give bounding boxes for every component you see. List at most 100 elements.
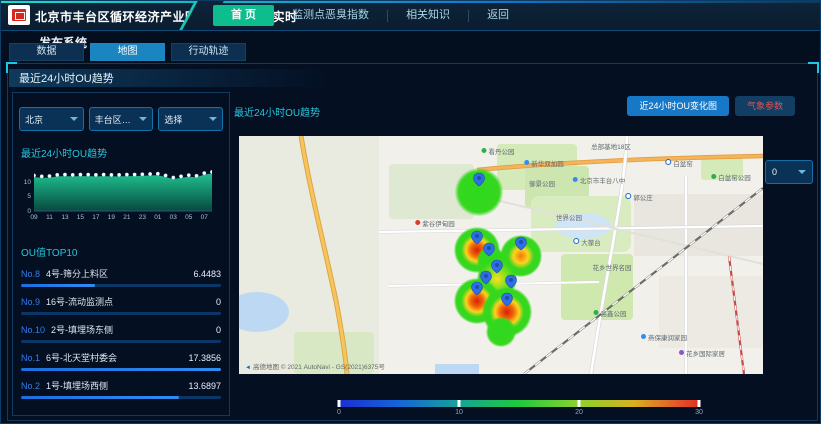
data-point (141, 173, 144, 176)
header-bar: 北京市丰台区循环经济产业园大气恶臭状况实时 首 页 监测点恶臭指数 相关知识 返… (1, 1, 820, 31)
data-point (164, 174, 167, 177)
tab-data[interactable]: 数据 (9, 43, 84, 61)
map-toolbar: 近24小时OU变化图 气象参数 (627, 96, 795, 116)
site-select-value: 选择 (164, 113, 182, 126)
list-item[interactable]: No.21号-填埋场西侧13.6897 (21, 379, 221, 399)
data-point (63, 173, 66, 176)
nav-item-knowledge[interactable]: 相关知识 (388, 5, 468, 26)
trend-area-chart (34, 166, 212, 212)
district-select[interactable]: 丰台区循环经济产… (89, 107, 154, 131)
data-point (156, 172, 159, 175)
app-logo-icon (8, 5, 30, 25)
chevron-down-icon (209, 117, 217, 121)
map-attribution: 高德地图 © 2021 AutoNavi - GS(2021)6375号 (245, 361, 385, 371)
tab-map[interactable]: 地图 (90, 43, 165, 61)
main-nav: 首 页 监测点恶臭指数 相关知识 返回 (213, 1, 527, 30)
legend-tick-label: 20 (575, 409, 583, 416)
data-point (148, 172, 151, 175)
data-point (125, 173, 128, 176)
x-tick-label: 11 (46, 214, 53, 221)
ou-change-map-button[interactable]: 近24小时OU变化图 (627, 96, 729, 116)
legend-tick-label: 30 (695, 409, 703, 416)
weather-params-button[interactable]: 气象参数 (735, 96, 795, 116)
trend-chart: 0510 091113151719212301030507 (21, 166, 221, 228)
map-canvas (239, 136, 763, 374)
data-point (102, 173, 105, 176)
data-point (48, 174, 51, 177)
data-point (94, 173, 97, 176)
rank-label: No.1 (21, 353, 40, 363)
legend-gradient-bar[interactable] (339, 400, 699, 407)
station-name: 2号-填埋场东侧 (51, 323, 216, 336)
progress-fill (21, 368, 221, 371)
top-list-title: OU值TOP10 (21, 244, 229, 259)
data-point (40, 175, 43, 178)
data-point (187, 173, 190, 176)
x-tick-label: 17 (92, 214, 99, 221)
station-name: 16号-流动监测点 (46, 295, 216, 308)
chevron-down-icon (798, 170, 806, 174)
ou-value: 0 (216, 297, 221, 307)
city-select-value: 北京 (25, 113, 43, 126)
data-point (172, 176, 175, 179)
ou-value: 6.4483 (193, 269, 221, 279)
ou-color-legend: 0102030 (339, 400, 699, 419)
filter-selects: 北京 丰台区循环经济产… 选择 (19, 107, 223, 131)
panel-title: 最近24小时OU趋势 (9, 70, 114, 86)
x-tick-label: 19 (108, 214, 115, 221)
x-tick-label: 05 (185, 214, 192, 221)
data-point (117, 173, 120, 176)
site-select[interactable]: 选择 (158, 107, 223, 131)
legend-tick-labels: 0102030 (339, 409, 699, 419)
rank-label: No.2 (21, 381, 40, 391)
rank-label: No.8 (21, 269, 40, 279)
legend-tick-mark (698, 400, 701, 407)
data-point (179, 175, 182, 178)
left-panel: 北京 丰台区循环经济产… 选择 最近24小时OU趋势 0510 (12, 92, 230, 416)
chevron-down-icon (70, 117, 78, 121)
x-axis-ticks: 091113151719212301030507 (34, 214, 212, 224)
nav-item-back[interactable]: 返回 (469, 5, 527, 26)
list-item[interactable]: No.84号-筛分上料区6.4483 (21, 267, 221, 287)
list-item[interactable]: No.102号-填埋场东侧0 (21, 323, 221, 343)
data-point (71, 173, 74, 176)
station-name: 6号-北天堂村委会 (46, 351, 188, 364)
data-point (133, 173, 136, 176)
main-panel: 最近24小时OU趋势 北京 丰台区循环经济产… 选择 最近24小时OU趋势 (7, 63, 818, 421)
data-point (86, 173, 89, 176)
x-tick-label: 23 (139, 214, 146, 221)
legend-tick-mark (458, 400, 461, 407)
list-item[interactable]: No.1 6号-北天堂村委会17.3856 (21, 351, 221, 371)
tab-track[interactable]: 行动轨迹 (171, 43, 246, 61)
data-point (210, 170, 212, 173)
data-point (195, 174, 198, 177)
station-name: 1号-填埋场西侧 (46, 379, 188, 392)
x-tick-label: 21 (123, 214, 130, 221)
progress-track (21, 396, 221, 399)
heatmap-map[interactable]: 看丹公园总部基地18区新华双加园御景公园北京市丰台八中白盆窑白盆窑公园郭公庄世界… (239, 136, 763, 374)
progress-track (21, 312, 221, 315)
x-tick-label: 13 (61, 214, 68, 221)
ou-value: 0 (216, 325, 221, 335)
y-tick-label: 5 (21, 193, 31, 200)
nav-item-home[interactable]: 首 页 (213, 5, 274, 26)
data-point (34, 174, 36, 177)
progress-fill (21, 284, 95, 287)
x-tick-label: 01 (154, 214, 161, 221)
map-hour-select[interactable]: 0 (765, 160, 813, 184)
dashboard-root: 北京市丰台区循环经济产业园大气恶臭状况实时 首 页 监测点恶臭指数 相关知识 返… (0, 0, 821, 424)
list-item[interactable]: No.9 16号-流动监测点0 (21, 295, 221, 315)
ou-top-list: No.84号-筛分上料区6.4483 No.916号-流动监测点0 No.102… (21, 267, 221, 399)
ou-value: 17.3856 (188, 353, 221, 363)
rank-label: No.9 (21, 297, 40, 307)
progress-track (21, 284, 221, 287)
legend-tick-label: 0 (337, 409, 341, 416)
map-section-title: 最近24小时OU趋势 (234, 104, 320, 119)
nav-item-odor-index[interactable]: 监测点恶臭指数 (274, 5, 387, 26)
x-tick-label: 09 (30, 214, 37, 221)
x-tick-label: 15 (77, 214, 84, 221)
progress-track (21, 340, 221, 343)
city-select[interactable]: 北京 (19, 107, 84, 131)
chevron-down-icon (139, 117, 147, 121)
y-tick-label: 10 (21, 179, 31, 186)
